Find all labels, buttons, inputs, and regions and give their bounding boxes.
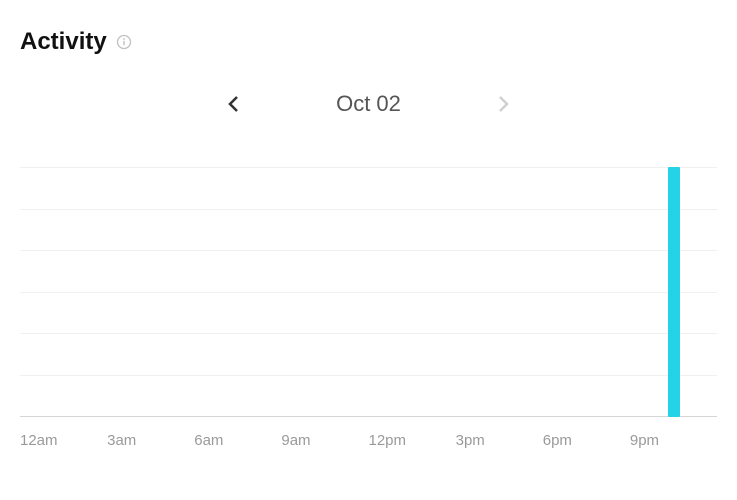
activity-bar (668, 167, 680, 417)
chart-bars (20, 167, 717, 417)
bar-slot (514, 167, 543, 417)
bar-slot (107, 167, 136, 417)
bar-slot (49, 167, 78, 417)
bar-slot (20, 167, 49, 417)
activity-header: Activity (20, 28, 717, 56)
bar-slot (310, 167, 339, 417)
bar-slot (78, 167, 107, 417)
bar-slot (659, 167, 688, 417)
bar-slot (369, 167, 398, 417)
bar-slot (252, 167, 281, 417)
x-axis-label: 12am (20, 432, 107, 449)
bar-slot (194, 167, 223, 417)
x-axis-label: 12pm (369, 432, 456, 449)
bar-slot (485, 167, 514, 417)
x-axis-label: 9pm (630, 432, 717, 449)
bar-slot (281, 167, 310, 417)
bar-slot (398, 167, 427, 417)
activity-chart (20, 167, 717, 417)
bar-slot (456, 167, 485, 417)
bar-slot (630, 167, 659, 417)
date-navigator: Oct 02 (20, 91, 717, 117)
page-title: Activity (20, 28, 107, 56)
bar-slot (543, 167, 572, 417)
x-axis-label: 3pm (456, 432, 543, 449)
bar-slot (340, 167, 369, 417)
x-axis-label: 6pm (543, 432, 630, 449)
next-day-button (491, 92, 515, 116)
bar-slot (572, 167, 601, 417)
bar-slot (223, 167, 252, 417)
x-axis-label: 3am (107, 432, 194, 449)
date-label: Oct 02 (336, 91, 401, 117)
x-axis-label: 6am (194, 432, 281, 449)
bar-slot (427, 167, 456, 417)
previous-day-button[interactable] (222, 92, 246, 116)
bar-slot (601, 167, 630, 417)
x-axis: 12am3am6am9am12pm3pm6pm9pm (20, 432, 717, 449)
bar-slot (136, 167, 165, 417)
x-axis-label: 9am (281, 432, 368, 449)
info-icon[interactable] (115, 33, 133, 51)
bar-slot (688, 167, 717, 417)
bar-slot (165, 167, 194, 417)
